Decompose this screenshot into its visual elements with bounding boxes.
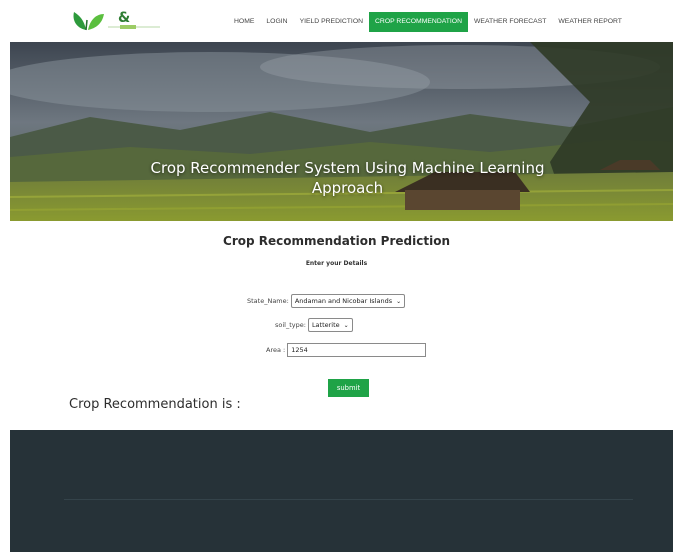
soil-select-value: Latterite — [311, 321, 340, 329]
nav-weather-report[interactable]: WEATHER REPORT — [552, 12, 628, 32]
main-nav: HOME LOGIN YIELD PREDICTION CROP RECOMME… — [228, 12, 628, 32]
chevron-down-icon: ⌄ — [343, 321, 349, 329]
submit-button[interactable]: submit — [328, 379, 369, 397]
hero-title-line2: Approach — [311, 179, 384, 197]
nav-login[interactable]: LOGIN — [260, 12, 293, 32]
page-title: Crop Recommendation Prediction — [223, 234, 450, 248]
area-input[interactable]: 1254 — [287, 343, 427, 357]
svg-text:&: & — [118, 10, 130, 26]
hero-banner: Crop Recommender System Using Machine Le… — [10, 42, 673, 221]
hero-title-line1: Crop Recommender System Using Machine Le… — [150, 159, 545, 177]
nav-home[interactable]: HOME — [228, 12, 260, 32]
site-header: & HOME LOGIN YIELD PREDICTION CROP RECOM… — [0, 0, 673, 42]
nav-crop-recommendation[interactable]: CROP RECOMMENDATION — [369, 12, 468, 32]
state-label: State_Name: — [247, 297, 289, 305]
state-select[interactable]: Andaman and Nicobar Islands ⌄ — [290, 294, 406, 308]
state-select-value: Andaman and Nicobar Islands — [294, 297, 393, 305]
chevron-down-icon: ⌄ — [396, 297, 402, 305]
footer-divider — [64, 499, 633, 500]
nav-weather-forecast[interactable]: WEATHER FORECAST — [468, 12, 552, 32]
soil-row: soil_type: Latterite ⌄ — [275, 318, 353, 332]
state-row: State_Name: Andaman and Nicobar Islands … — [247, 294, 406, 308]
site-logo[interactable]: & — [70, 6, 170, 34]
site-footer — [10, 430, 673, 552]
soil-select[interactable]: Latterite ⌄ — [307, 318, 353, 332]
form-subtitle: Enter your Details — [305, 260, 368, 267]
result-label: Crop Recommendation is : — [69, 397, 241, 412]
area-label: Area : — [266, 346, 286, 354]
leaf-logo-icon: & — [73, 10, 160, 31]
nav-yield-prediction[interactable]: YIELD PREDICTION — [294, 12, 369, 32]
hero-title: Crop Recommender System Using Machine Le… — [100, 158, 595, 198]
soil-label: soil_type: — [275, 321, 306, 329]
area-row: Area : 1254 — [266, 343, 427, 357]
